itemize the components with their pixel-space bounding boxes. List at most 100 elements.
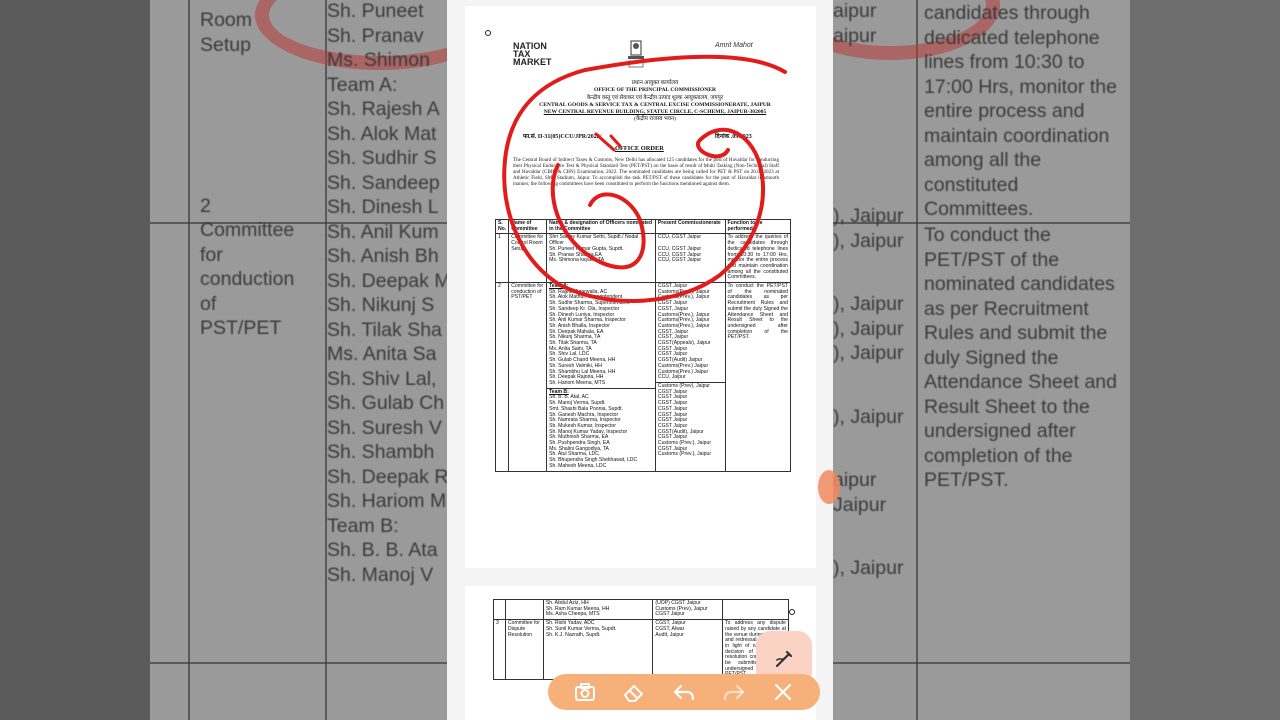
background-text-line <box>833 449 923 469</box>
close-icon <box>775 683 792 701</box>
undo-button[interactable] <box>670 678 698 706</box>
officers-cell: Sh. Abdul Aziz, HH Sh. Ram Kumar Meena, … <box>542 598 654 621</box>
background-text-line: Sh. Alok Mat <box>327 122 437 145</box>
committee-name <box>504 598 544 621</box>
team-a-block: Team A: Sh. Rajesh Agarwalla, AC Sh. Alok… <box>547 283 655 389</box>
background-text-line: Sh. Sandeep <box>327 171 440 194</box>
background-text-line: Sh. B. B. Ata <box>327 539 438 561</box>
header-officers: Name & designation of Officers nominated… <box>546 218 656 235</box>
header-hindi-commissionerate: केन्द्रीय वस्तु एवं सेवाकर एवं केन्द्रीय… <box>586 95 724 101</box>
background-text-line: ), Jaipur <box>833 557 904 579</box>
background-text-line: Ms. Anita Sa <box>327 343 437 365</box>
camera-icon <box>574 683 595 701</box>
background-committee-column: Room Setup 2 Committee for conduction of PST/PE… <box>200 8 320 341</box>
background-text-line: dedicated telephone <box>924 26 1100 49</box>
committee-table-continued: Sh. Abdul Aziz, HH Sh. Ram Kumar Meena, … <box>493 598 789 681</box>
committee-table: S. No. Name of Committee Name & designat… <box>494 218 792 472</box>
header-building-hindi: (केंद्रीय राजस्व भवन) <box>634 116 676 122</box>
order-paragraph: The Central Board of Indirect Taxes & Cu… <box>513 157 779 188</box>
table-row: Sh. Abdul Aziz, HH Sh. Ram Kumar Meena, … <box>493 598 789 621</box>
table-row: 3 Committee for Dispute Resolution Sh. R… <box>493 619 789 681</box>
background-text-line <box>200 96 320 116</box>
close-button[interactable] <box>769 678 797 706</box>
team-b-comm-block: Customs (Prev), Jaipur CGST Jaipur CGST Ja… <box>656 383 725 459</box>
background-text-line: ), Jaipur <box>833 317 904 340</box>
background-left-shade <box>0 0 150 720</box>
header-office: OFFICE OF THE PRINCIPAL COMMISSIONER <box>593 87 717 93</box>
background-text-line: nominated candidates <box>924 273 1115 295</box>
redo-button[interactable] <box>720 678 748 706</box>
background-text-line: entire process and <box>924 100 1085 122</box>
team-a-comm-block: CGST Jaipur Customs(Prev.), Jaipur Customs… <box>655 283 725 383</box>
function-cell <box>722 598 789 621</box>
camera-button[interactable] <box>571 678 599 706</box>
background-text-line <box>833 537 923 557</box>
scroll-indicator[interactable] <box>818 470 840 504</box>
background-text-line: 17:00 Hrs, monitor the <box>924 75 1117 98</box>
header-address: NEW CENTRAL REVENUE BUILDING, STATUE CIR… <box>543 109 767 115</box>
commissionerate: CCU, Jaipur <box>657 374 686 381</box>
background-text-line: Ms. Shimon <box>327 49 430 71</box>
row-number: 1 <box>494 233 510 284</box>
amrit-mahotsav-logo: Amrit Mahot <box>715 42 753 49</box>
background-text-line <box>833 126 923 146</box>
background-text-line: PET/PST. <box>924 469 1009 491</box>
background-text-line: Team A: <box>327 73 398 96</box>
selection-handle[interactable] <box>485 30 491 36</box>
header-sno: S. No. <box>494 218 510 235</box>
order-title: OFFICE ORDER <box>615 145 664 152</box>
background-text-line: Sh. Shiv Lal, <box>327 367 437 390</box>
commissionerate-cell: CGST, Jaipur CGST, Alwar Audit, Jaipur <box>652 619 724 681</box>
order-date: दिनांक .09.2023 <box>715 134 752 140</box>
officer: Sh. K.J. Nazrath, Supdt. <box>545 631 601 638</box>
eraser-button[interactable] <box>620 678 648 706</box>
background-text-line <box>833 366 923 386</box>
background-text-line: completion of the <box>924 444 1073 467</box>
team-a-comm-list: CGST Jaipur Customs(Prev.), Jaipur Customs… <box>657 283 723 381</box>
background-text-line <box>200 174 320 194</box>
table-row: 1 Committee for Control Room Setup Shri … <box>494 233 792 284</box>
officers-cell: Shri Sanjay Kumar Sethi, Supdt./ Nodal O… <box>546 233 656 284</box>
row-number: 3 <box>493 619 506 681</box>
background-text-line: Sh. Manoj V <box>327 563 434 586</box>
background-text-line: ), Jaipur <box>833 229 904 252</box>
background-text-line <box>833 185 923 205</box>
background-text-line: 2 <box>200 194 211 217</box>
background-text-line: Committees. <box>924 198 1034 220</box>
officers-cell: Sh. Rishi Yadav, ADC Sh. Sunil Kumar Ver… <box>542 619 654 681</box>
commissionerate-cell: CCU, CGST Jaipur CCU, CGST Jaipur CCU, C… <box>654 233 726 284</box>
background-text-line: Sh. Shambh <box>327 441 435 463</box>
selection-handle[interactable] <box>789 609 795 615</box>
background-text-line: Sh. Gulab Ch <box>327 392 445 414</box>
background-text-line: Setup <box>200 33 251 56</box>
commissionerate-cell: (UOP) CGST Jaipur Customs (Prev), Jaipur… <box>652 598 724 621</box>
background-text-line: Sh. Suresh V <box>327 416 442 439</box>
officer: Ms. Shimona kayath, TA <box>549 257 605 264</box>
commissionerate: CCU, CGST Jaipur <box>657 257 702 264</box>
background-text-line: Sh. Puneet <box>327 0 424 22</box>
header-hindi-office: प्रधान आयुक्त कार्यालय <box>631 80 679 86</box>
background-text-line: Sh. Dinesh L <box>327 196 439 218</box>
officer: Ms. Asha Cheepa, MTS <box>545 611 600 618</box>
team-a-list: Sh. Rajesh Agarwalla, AC Sh. Alok Mathur,… <box>549 289 653 387</box>
table-header-row: S. No. Name of Committee Name & designat… <box>494 218 792 235</box>
background-text-line <box>833 517 923 537</box>
background-text-line: Sh. Sudhir S <box>327 147 437 169</box>
background-text-line <box>200 57 320 77</box>
background-text-line: To conduct the <box>924 224 1051 246</box>
background-text-line: ), Jaipur <box>833 405 904 428</box>
background-text-line: Sh. Tilak Sha <box>327 318 442 341</box>
background-text-line: undersigned after <box>924 420 1076 442</box>
background-text-line: PST/PET <box>200 317 282 339</box>
committee-name: Committee for Control Room Setup <box>508 233 548 284</box>
background-text-line <box>200 116 320 136</box>
background-text-line: for <box>200 243 223 266</box>
background-text-line: lines from 10:30 to <box>924 51 1085 73</box>
undo-icon <box>673 684 695 701</box>
background-text-line: candidates through <box>924 2 1090 24</box>
commissionerate-cell: CGST Jaipur Customs(Prev.), Jaipur Customs… <box>654 282 726 472</box>
background-text-line: Sh. Pranav <box>327 24 424 47</box>
background-text-line <box>833 385 923 405</box>
background-text-line: Team B: <box>327 514 399 537</box>
background-text-line: Sh. Deepak M <box>327 269 451 292</box>
